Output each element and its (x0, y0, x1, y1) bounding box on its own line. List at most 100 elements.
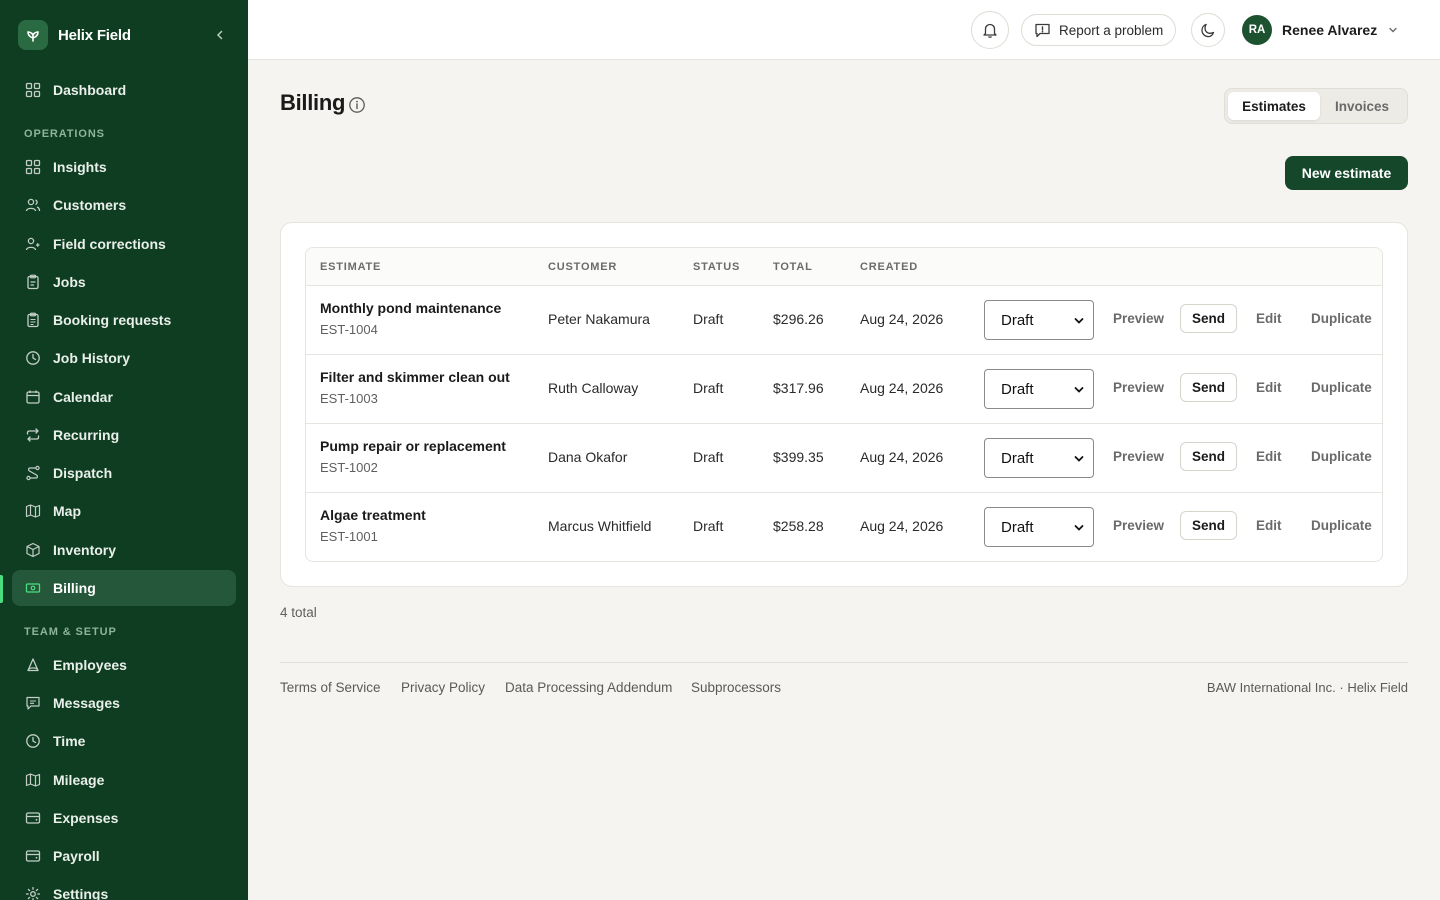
sidebar-item-payroll[interactable]: Payroll (12, 838, 236, 874)
duplicate-link[interactable]: Duplicate (1311, 380, 1372, 395)
collapse-sidebar-button[interactable] (210, 25, 230, 45)
send-button[interactable]: Send (1180, 442, 1237, 471)
new-estimate-button[interactable]: New estimate (1285, 156, 1408, 190)
column-header-customer: CUSTOMER (548, 261, 618, 273)
preview-link[interactable]: Preview (1113, 449, 1164, 464)
sidebar-item-settings[interactable]: Settings (12, 876, 236, 900)
preview-link[interactable]: Preview (1113, 380, 1164, 395)
bell-icon (983, 23, 997, 38)
status-select[interactable]: Draft (984, 507, 1094, 547)
sidebar-item-dispatch[interactable]: Dispatch (12, 455, 236, 491)
total-amount: $258.28 (773, 518, 824, 534)
status-select[interactable]: Draft (984, 369, 1094, 409)
sidebar-item-recurring[interactable]: Recurring (12, 417, 236, 453)
estimates-table: ESTIMATE CUSTOMER STATUS TOTAL CREATED M… (305, 247, 1383, 562)
sidebar-item-insights[interactable]: Insights (12, 149, 236, 185)
status-text: Draft (693, 449, 724, 465)
sidebar-item-job-history[interactable]: Job History (12, 340, 236, 376)
edit-link[interactable]: Edit (1256, 311, 1282, 326)
clock-icon (24, 349, 42, 367)
notifications-button[interactable] (971, 11, 1009, 49)
sidebar-item-billing[interactable]: Billing (12, 570, 236, 606)
sidebar-item-calendar[interactable]: Calendar (12, 379, 236, 415)
preview-link[interactable]: Preview (1113, 518, 1164, 533)
duplicate-link[interactable]: Duplicate (1311, 311, 1372, 326)
sidebar-item-label: Booking requests (53, 312, 172, 328)
edit-link[interactable]: Edit (1256, 380, 1282, 395)
status-text: Draft (693, 518, 724, 534)
info-icon[interactable] (348, 96, 366, 114)
sidebar-item-expenses[interactable]: Expenses (12, 800, 236, 836)
footer-link-subprocessors[interactable]: Subprocessors (691, 680, 781, 695)
sidebar-item-mileage[interactable]: Mileage (12, 762, 236, 798)
report-problem-button[interactable]: Report a problem (1021, 14, 1177, 46)
sidebar-item-time[interactable]: Time (12, 723, 236, 759)
footer-link-dpa[interactable]: Data Processing Addendum (505, 680, 672, 695)
person-icon (24, 656, 42, 674)
sidebar-item-field-corrections[interactable]: Field corrections (12, 226, 236, 262)
sidebar-item-label: Inventory (53, 542, 117, 558)
footer-divider (280, 662, 1408, 663)
wallet-icon (24, 809, 42, 827)
sidebar-item-map[interactable]: Map (12, 493, 236, 529)
topbar: Report a problem RA Renee Alvarez (248, 0, 1440, 60)
status-select-value: Draft (1001, 449, 1034, 467)
sidebar-item-inventory[interactable]: Inventory (12, 532, 236, 568)
sidebar-item-label: Expenses (53, 810, 119, 826)
column-header-total: TOTAL (773, 261, 813, 273)
sidebar-item-label: Map (53, 503, 81, 519)
sidebar-item-label: Mileage (53, 772, 105, 788)
user-menu[interactable]: RA Renee Alvarez (1242, 14, 1399, 46)
chevron-down-icon (1074, 456, 1084, 462)
send-button[interactable]: Send (1180, 304, 1237, 333)
dashboard-grid-icon (24, 81, 42, 99)
total-amount: $317.96 (773, 380, 824, 396)
status-select[interactable]: Draft (984, 300, 1094, 340)
edit-link[interactable]: Edit (1256, 518, 1282, 533)
sidebar-item-messages[interactable]: Messages (12, 685, 236, 721)
sidebar-item-label: Payroll (53, 848, 100, 864)
wallet-icon (24, 847, 42, 865)
sidebar-item-employees[interactable]: Employees (12, 647, 236, 683)
message-icon (24, 694, 42, 712)
avatar: RA (1242, 15, 1272, 45)
tab-invoices[interactable]: Invoices (1320, 92, 1404, 120)
sidebar-item-label: Calendar (53, 389, 113, 405)
map-icon (24, 502, 42, 520)
brand: Helix Field (18, 19, 230, 51)
estimate-id: EST-1001 (320, 529, 378, 544)
column-header-estimate: ESTIMATE (320, 261, 382, 273)
sidebar: Helix Field Dashboard OPERATIONS Insight… (0, 0, 248, 900)
repeat-icon (24, 426, 42, 444)
edit-link[interactable]: Edit (1256, 449, 1282, 464)
sidebar-item-customers[interactable]: Customers (12, 187, 236, 223)
clock-icon (24, 732, 42, 750)
sidebar-item-label: Field corrections (53, 236, 166, 252)
estimates-card: ESTIMATE CUSTOMER STATUS TOTAL CREATED M… (280, 222, 1408, 587)
sidebar-item-jobs[interactable]: Jobs (12, 264, 236, 300)
theme-toggle-button[interactable] (1191, 13, 1225, 47)
chevron-down-icon (1389, 27, 1397, 33)
footer-link-privacy[interactable]: Privacy Policy (401, 680, 485, 695)
banknote-icon (24, 579, 42, 597)
send-button[interactable]: Send (1180, 511, 1237, 540)
sidebar-item-label: Customers (53, 197, 127, 213)
moon-icon (1200, 23, 1214, 37)
status-select[interactable]: Draft (984, 438, 1094, 478)
calendar-icon (24, 388, 42, 406)
tab-estimates[interactable]: Estimates (1228, 92, 1320, 120)
sidebar-item-label: Dispatch (53, 465, 113, 481)
table-row: Algae treatment EST-1001 Marcus Whitfiel… (306, 493, 1382, 561)
duplicate-link[interactable]: Duplicate (1311, 449, 1372, 464)
footer-link-terms[interactable]: Terms of Service (280, 680, 381, 695)
estimate-title: Filter and skimmer clean out (320, 369, 510, 385)
sidebar-item-booking-requests[interactable]: Booking requests (12, 302, 236, 338)
sidebar-item-dashboard[interactable]: Dashboard (12, 72, 236, 108)
total-count: 4 total (280, 605, 317, 620)
total-amount: $296.26 (773, 311, 824, 327)
duplicate-link[interactable]: Duplicate (1311, 518, 1372, 533)
created-date: Aug 24, 2026 (860, 380, 944, 396)
table-row: Monthly pond maintenance EST-1004 Peter … (306, 286, 1382, 355)
send-button[interactable]: Send (1180, 373, 1237, 402)
preview-link[interactable]: Preview (1113, 311, 1164, 326)
